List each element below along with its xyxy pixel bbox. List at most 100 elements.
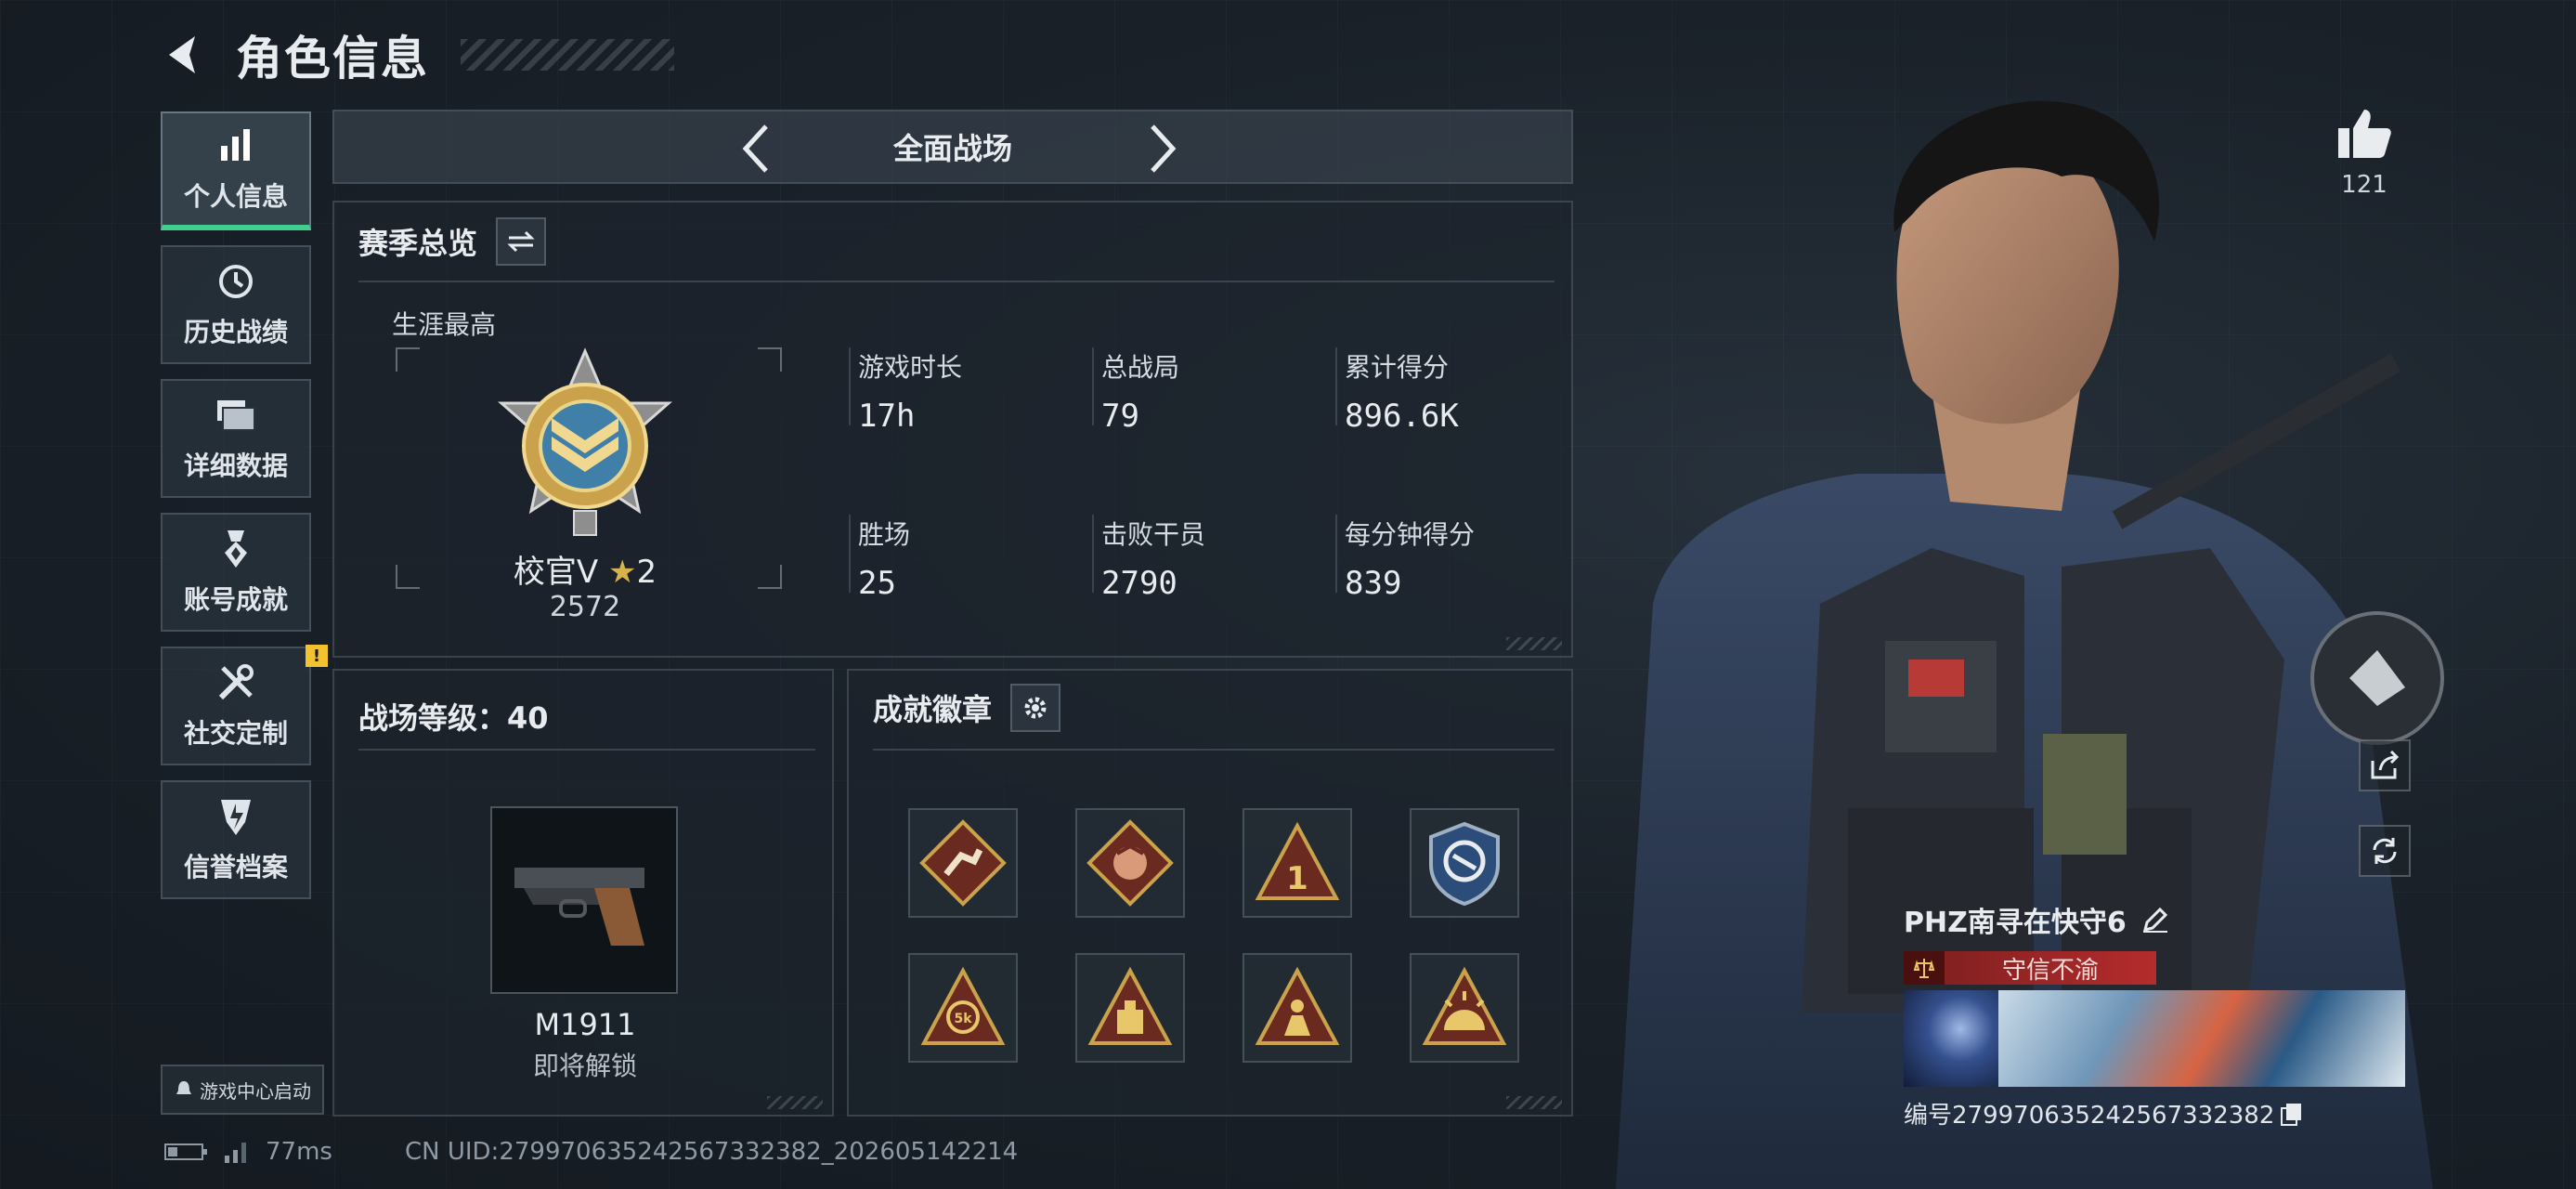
weapon-name: M1911: [534, 1007, 636, 1042]
avatar: [1904, 990, 1998, 1087]
stat-label: 总战局: [1101, 352, 1180, 383]
credit-tag: 守信不渝: [1904, 951, 2156, 985]
share-button[interactable]: [2359, 739, 2411, 791]
dragon-badge-icon: [1086, 819, 1174, 907]
chevron-right-icon: [1151, 124, 1177, 173]
stat-value: 25: [858, 565, 896, 602]
sidebar-item-social[interactable]: 社交定制 !: [161, 645, 328, 765]
stat-label: 胜场: [858, 519, 911, 550]
credit-text: 守信不渝: [2001, 956, 2099, 985]
runner-badge-icon: [919, 819, 1007, 907]
sidebar-item-details[interactable]: 详细数据: [161, 379, 311, 498]
sidebar-item-label: 信誉档案: [183, 852, 288, 882]
corner-decoration: [767, 1096, 823, 1109]
divider: [358, 281, 1555, 282]
achievement-badges-panel: 成就徽章 1 5k: [847, 669, 1573, 1117]
stat-value: 839: [1345, 565, 1402, 602]
page-header: 角色信息: [158, 22, 674, 87]
svg-text:1: 1: [1286, 860, 1308, 897]
battery-icon: [164, 1143, 207, 1160]
thumbs-up-icon[interactable]: [2336, 108, 2392, 160]
weapon-unlock-slot[interactable]: [490, 806, 678, 994]
weapon-unlock-status: 即将解锁: [532, 1051, 637, 1081]
star-icon: ★: [607, 554, 637, 591]
stat-label: 击败干员: [1101, 519, 1206, 550]
gear-icon: [1024, 697, 1047, 719]
stat-label: 每分钟得分: [1345, 519, 1476, 550]
stat-value: 17h: [858, 398, 916, 435]
shield-badge-icon: [1429, 821, 1500, 907]
sidebar-item-label: 社交定制: [183, 718, 288, 749]
sidebar-item-history[interactable]: 历史战绩: [161, 245, 311, 364]
switch-button[interactable]: [496, 217, 547, 266]
share-icon: [2371, 750, 2400, 779]
folder-stack-icon: [215, 394, 257, 437]
season-overview-header: 赛季总览: [358, 217, 547, 266]
stat-total-score: 累计得分 896.6K: [1335, 347, 1459, 435]
mode-prev-button[interactable]: [728, 121, 784, 176]
refresh-icon: [2373, 838, 2397, 864]
badge-vault-triangle[interactable]: [1075, 953, 1185, 1063]
stat-wins: 胜场 25: [849, 515, 911, 602]
sidebar-item-label: 详细数据: [183, 451, 288, 481]
rank-name-line: 校官V ★2: [334, 546, 836, 592]
sidebar-item-personal-info[interactable]: 个人信息: [161, 111, 311, 230]
sidebar-item-label: 账号成就: [183, 584, 288, 615]
badge-runner-diamond[interactable]: [908, 808, 1018, 918]
badge-rank1-triangle[interactable]: 1: [1242, 808, 1352, 918]
badge-shield-emblem[interactable]: [1410, 808, 1519, 918]
badge-sunrise-triangle[interactable]: [1410, 953, 1519, 1063]
uid-text: CN UID:279970635242567332382_20260514221…: [404, 1138, 1019, 1166]
back-arrow-icon: [169, 36, 195, 73]
refresh-button[interactable]: [2359, 825, 2411, 877]
game-center-button[interactable]: 游戏中心启动: [161, 1065, 324, 1115]
player-id: 编号279970635242567332382: [1904, 1102, 2275, 1130]
stat-play-time: 游戏时长 17h: [849, 347, 963, 435]
achievement-badges-title: 成就徽章: [873, 692, 993, 727]
back-button[interactable]: [158, 29, 210, 81]
player-banner[interactable]: [1904, 990, 2405, 1087]
stat-kills: 击败干员 2790: [1092, 515, 1206, 602]
pistol-icon: [514, 868, 644, 946]
sunrise-badge-icon: [1422, 966, 1507, 1045]
edit-pencil-icon[interactable]: [2141, 906, 2169, 934]
game-center-label: 游戏中心启动: [200, 1079, 311, 1103]
page-title: 角色信息: [236, 32, 429, 85]
stat-value: 2790: [1101, 565, 1177, 602]
vault-badge-icon: [1087, 966, 1173, 1045]
sidebar-item-achievements[interactable]: 账号成就: [161, 513, 311, 632]
season-overview-title: 赛季总览: [358, 226, 478, 261]
badge-figure-triangle[interactable]: [1242, 953, 1352, 1063]
status-bar: 77ms CN UID:279970635242567332382_202605…: [163, 1138, 1018, 1166]
sidebar-item-label: 个人信息: [183, 181, 288, 212]
player-name-card: PHZ南寻在快守6 守信不渝 编号279970635242567332382: [1904, 899, 2405, 1130]
tools-icon: [215, 661, 257, 704]
stat-total-matches: 总战局 79: [1092, 347, 1180, 435]
achievement-medal-icon: [215, 528, 257, 570]
title-decoration: [461, 39, 674, 71]
sidebar-item-label: 历史战绩: [183, 317, 288, 347]
mode-selector: 全面战场: [332, 110, 1573, 184]
warning-badge: !: [306, 645, 328, 667]
mode-next-button[interactable]: [1135, 121, 1190, 176]
like-count: 121: [2341, 171, 2387, 199]
copy-icon[interactable]: [2280, 1102, 2304, 1126]
divider: [358, 749, 815, 751]
bell-icon: [176, 1081, 191, 1094]
ping-text: 77ms: [266, 1138, 332, 1166]
battle-level-title: 战场等级：40: [358, 700, 549, 736]
sidebar: 个人信息 历史战绩 详细数据 账号成就 社交定制 ! 信誉档案: [161, 111, 328, 914]
chevron-left-icon: [742, 124, 768, 173]
badge-5k-triangle[interactable]: 5k: [908, 953, 1018, 1063]
stat-score-per-minute: 每分钟得分 839: [1335, 515, 1476, 602]
badge-settings-button[interactable]: [1010, 684, 1061, 732]
sidebar-item-credit[interactable]: 信誉档案: [161, 780, 311, 899]
svg-text:5k: 5k: [954, 1012, 972, 1026]
player-name-row: PHZ南寻在快守6: [1904, 899, 2405, 940]
figure-badge-icon: [1255, 966, 1340, 1045]
battle-level-panel: 战场等级：40 M1911 即将解锁: [332, 669, 834, 1117]
rank-one-badge-icon: 1: [1255, 821, 1340, 900]
badge-dragon-diamond[interactable]: [1075, 808, 1185, 918]
rank-points: 2572: [549, 591, 621, 623]
stat-label: 游戏时长: [858, 352, 963, 383]
